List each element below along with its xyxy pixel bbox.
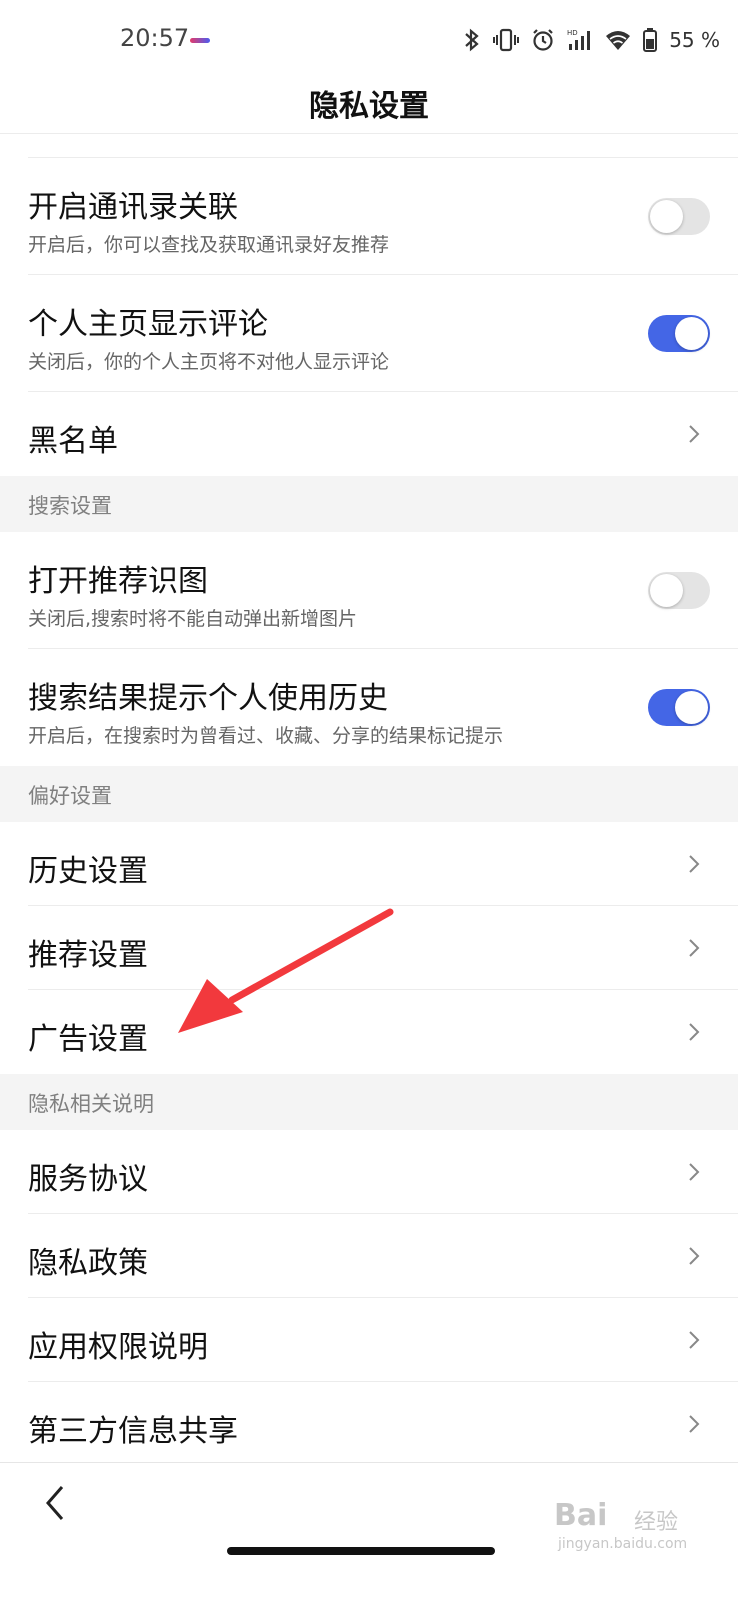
third-party-sharing-row[interactable]: 第三方信息共享 bbox=[0, 1382, 738, 1466]
chevron-right-icon bbox=[689, 939, 700, 957]
row-title: 打开推荐识图 bbox=[28, 564, 208, 599]
search-history-hint-toggle[interactable] bbox=[648, 689, 710, 726]
section-label: 搜索设置 bbox=[28, 494, 112, 518]
toggle-knob bbox=[650, 574, 683, 607]
watermark-url: jingyan.baidu.com bbox=[558, 1536, 688, 1552]
contacts-link-row: 开启通讯录关联 开启后，你可以查找及获取通讯录好友推荐 bbox=[0, 158, 738, 275]
watermark-brand: Bai bbox=[554, 1498, 608, 1533]
row-subtitle: 关闭后,搜索时将不能自动弹出新增图片 bbox=[28, 608, 358, 630]
row-title: 隐私政策 bbox=[28, 1246, 148, 1281]
profile-comments-row: 个人主页显示评论 关闭后，你的个人主页将不对他人显示评论 bbox=[0, 275, 738, 392]
row-subtitle: 关闭后，你的个人主页将不对他人显示评论 bbox=[28, 351, 390, 373]
blacklist-row[interactable]: 黑名单 bbox=[0, 392, 738, 476]
row-title: 搜索结果提示个人使用历史 bbox=[28, 681, 388, 716]
image-recognition-row: 打开推荐识图 关闭后,搜索时将不能自动弹出新增图片 bbox=[0, 532, 738, 649]
battery-percent: 55 % bbox=[669, 28, 720, 52]
ad-settings-row[interactable]: 广告设置 bbox=[0, 990, 738, 1074]
signal-icon: HD bbox=[567, 29, 591, 50]
row-title: 服务协议 bbox=[28, 1162, 148, 1197]
row-subtitle: 开启后，在搜索时为曾看过、收藏、分享的结果标记提示 bbox=[28, 725, 504, 747]
chevron-right-icon bbox=[689, 425, 700, 443]
image-recognition-toggle[interactable] bbox=[648, 572, 710, 609]
toggle-knob bbox=[675, 317, 708, 350]
section-header-preference: 偏好设置 bbox=[0, 766, 738, 822]
privacy-policy-row[interactable]: 隐私政策 bbox=[0, 1214, 738, 1298]
row-title: 历史设置 bbox=[28, 854, 148, 889]
status-time: 20:57 bbox=[120, 24, 190, 52]
section-header-privacy-info: 隐私相关说明 bbox=[0, 1074, 738, 1130]
chevron-right-icon bbox=[689, 855, 700, 873]
back-arrow-icon[interactable] bbox=[36, 1481, 76, 1525]
app-permissions-row[interactable]: 应用权限说明 bbox=[0, 1298, 738, 1382]
status-icons: HD 55 % bbox=[463, 22, 720, 58]
home-indicator[interactable] bbox=[227, 1547, 495, 1555]
row-title: 广告设置 bbox=[28, 1022, 148, 1057]
row-title: 推荐设置 bbox=[28, 938, 148, 973]
chevron-right-icon bbox=[689, 1023, 700, 1041]
row-title: 黑名单 bbox=[28, 424, 118, 459]
baidu-watermark: Bai 经验 jingyan.baidu.com bbox=[548, 1490, 688, 1562]
recommend-settings-row[interactable]: 推荐设置 bbox=[0, 906, 738, 990]
section-label: 隐私相关说明 bbox=[28, 1092, 154, 1116]
svg-text:HD: HD bbox=[567, 29, 578, 37]
wifi-icon bbox=[606, 31, 631, 50]
chevron-right-icon bbox=[689, 1415, 700, 1433]
toggle-knob bbox=[650, 200, 683, 233]
profile-comments-toggle[interactable] bbox=[648, 315, 710, 352]
chevron-right-icon bbox=[689, 1163, 700, 1181]
row-title: 开启通讯录关联 bbox=[28, 190, 238, 225]
bluetooth-icon bbox=[465, 28, 479, 52]
notification-dot-icon bbox=[190, 38, 210, 43]
chevron-right-icon bbox=[689, 1331, 700, 1349]
row-title: 第三方信息共享 bbox=[28, 1414, 238, 1449]
row-title: 个人主页显示评论 bbox=[28, 307, 268, 342]
row-title: 应用权限说明 bbox=[28, 1330, 208, 1365]
section-header-search: 搜索设置 bbox=[0, 476, 738, 532]
alarm-icon bbox=[533, 29, 553, 51]
service-agreement-row[interactable]: 服务协议 bbox=[0, 1130, 738, 1214]
section-label: 偏好设置 bbox=[28, 784, 112, 808]
chevron-right-icon bbox=[689, 1247, 700, 1265]
battery-icon bbox=[643, 28, 658, 52]
row-subtitle: 开启后，你可以查找及获取通讯录好友推荐 bbox=[28, 234, 390, 256]
page-title: 隐私设置 bbox=[309, 88, 429, 124]
page-header: 隐私设置 bbox=[0, 72, 738, 134]
contacts-link-toggle[interactable] bbox=[648, 198, 710, 235]
status-bar: 20:57 HD 55 % bbox=[0, 0, 738, 80]
scrolled-row-edge bbox=[28, 134, 738, 158]
toggle-knob bbox=[675, 691, 708, 724]
settings-list: 开启通讯录关联 开启后，你可以查找及获取通讯录好友推荐 个人主页显示评论 关闭后… bbox=[0, 134, 738, 1480]
search-history-hint-row: 搜索结果提示个人使用历史 开启后，在搜索时为曾看过、收藏、分享的结果标记提示 bbox=[0, 649, 738, 766]
watermark-brand-cn: 经验 bbox=[634, 1510, 679, 1535]
vibrate-icon bbox=[493, 28, 520, 52]
history-settings-row[interactable]: 历史设置 bbox=[0, 822, 738, 906]
